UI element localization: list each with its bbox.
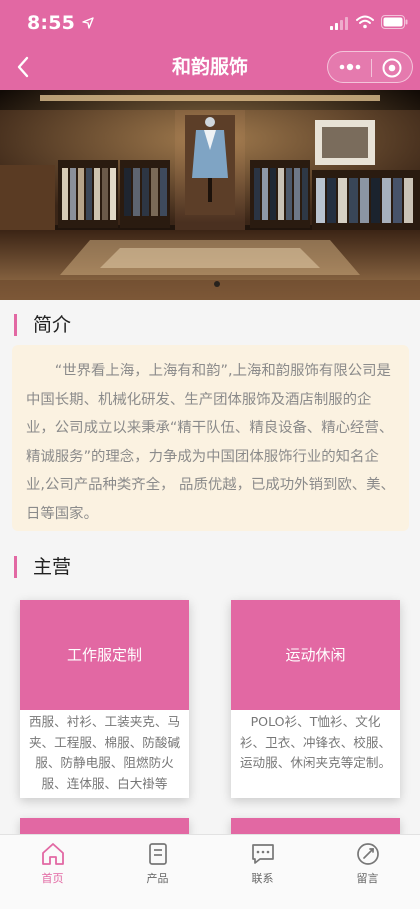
tab-label: 产品 [146,872,169,885]
card-title: 工作服定制 [66,646,142,664]
capsule-divider [371,59,372,77]
business-section-title: 主营 [33,556,72,578]
wifi-icon [356,15,374,29]
business-card-sportswear[interactable]: 运动休闲 POLO衫、T恤衫、文化衫、卫衣、冲锋衣、校服、运动服、休闲夹克等定制… [231,600,400,798]
tab-message[interactable]: 留言 [315,835,420,909]
location-arrow-icon [82,17,94,29]
card-title: 运动休闲 [285,646,346,664]
bottom-tab-bar: 首页 产品 联系 留言 [0,834,420,909]
tab-label: 留言 [356,872,379,885]
battery-icon [381,15,408,29]
intro-section-header: 简介 [0,306,420,344]
product-icon [149,843,167,865]
company-intro-text: “世界看上海，上海有和韵”,上海和韵服饰有限公司是中国长期、机械化研发、生产团体… [12,345,409,531]
card-description: 西服、衬衫、工装夹克、马夹、工程服、棉服、防酸碱服、防静电服、阻燃防火服、连体服… [28,714,181,791]
mini-program-capsule [327,51,413,83]
home-icon [42,843,64,865]
status-time: 8:55 [27,12,76,34]
tab-products[interactable]: 产品 [105,835,210,909]
intro-section-title: 简介 [33,314,72,336]
section-accent-bar [14,314,17,336]
section-accent-bar [14,556,17,578]
tab-label: 联系 [251,872,274,885]
business-card-workwear[interactable]: 工作服定制 西服、衬衫、工装夹克、马夹、工程服、棉服、防酸碱服、防静电服、阻燃防… [20,600,189,798]
navigation-bar: 和韵服饰 [0,44,420,90]
more-options-icon[interactable] [336,57,364,77]
tab-label: 首页 [41,872,64,885]
message-icon [357,843,379,865]
contact-icon [252,844,274,864]
close-mini-program-icon[interactable] [379,57,405,79]
card-description: POLO衫、T恤衫、文化衫、卫衣、冲锋衣、校服、运动服、休闲夹克等定制。 [239,714,392,770]
cellular-signal-icon [330,17,348,30]
tab-contact[interactable]: 联系 [210,835,315,909]
tab-home[interactable]: 首页 [0,835,105,909]
status-bar: 8:55 [0,0,420,44]
header: 8:55 和韵服饰 [0,0,420,90]
business-section-header: 主营 [0,548,420,586]
store-banner-image[interactable] [0,90,420,300]
